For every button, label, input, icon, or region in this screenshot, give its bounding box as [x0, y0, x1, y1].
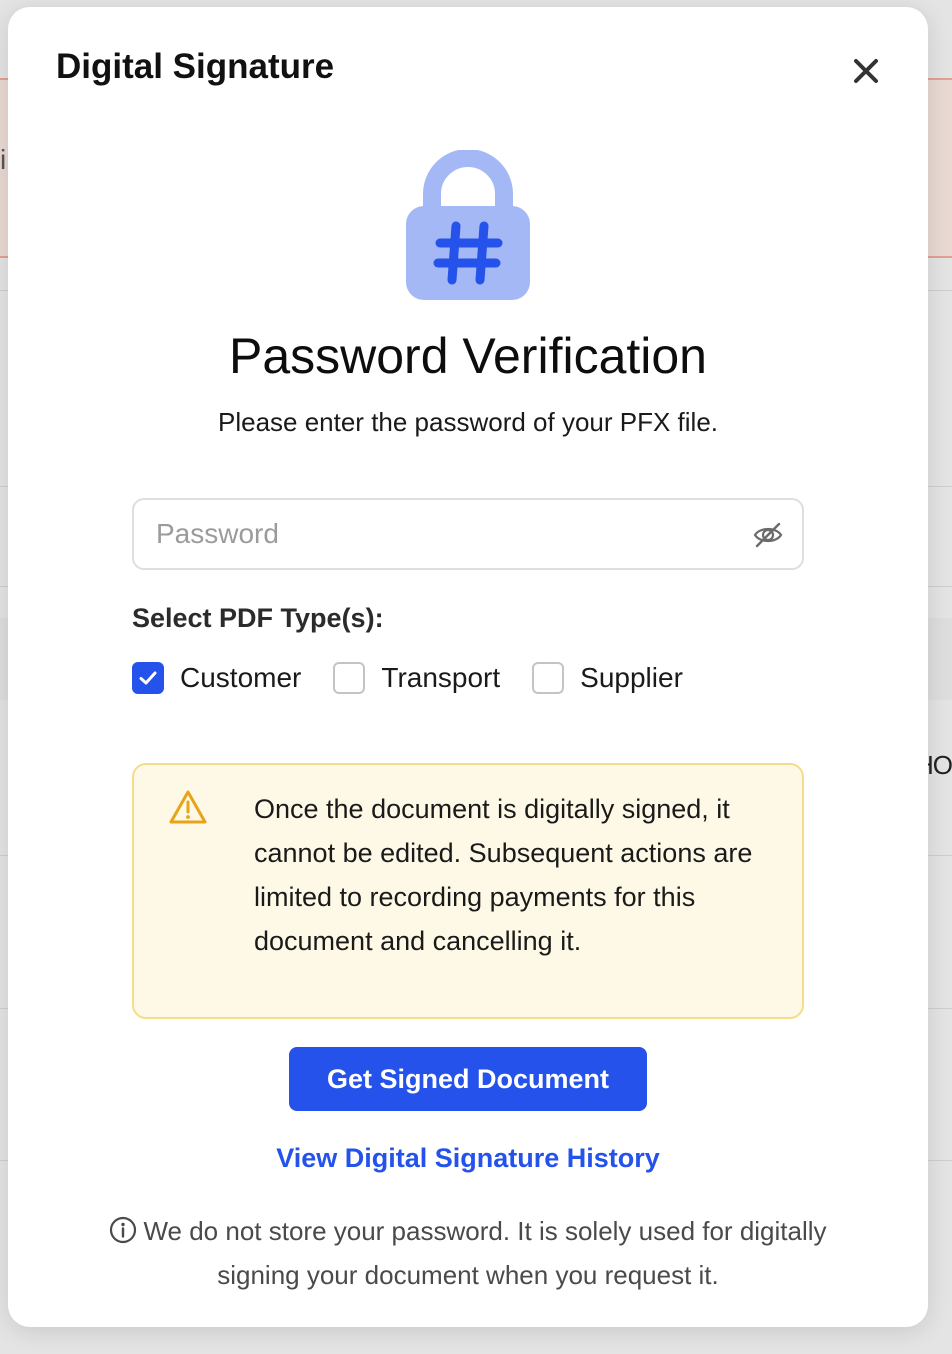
checkbox-customer[interactable]: Customer: [132, 662, 301, 694]
info-icon: [110, 1216, 137, 1244]
checkmark-icon: [139, 671, 157, 685]
checkbox-box[interactable]: [132, 662, 164, 694]
footnote-text: We do not store your password. It is sol…: [143, 1216, 827, 1290]
checkbox-label: Customer: [180, 662, 302, 693]
checkbox-transport[interactable]: Transport: [333, 662, 500, 694]
modal-title: Digital Signature: [56, 47, 335, 86]
warning-callout: Once the document is digitally signed, i…: [132, 763, 804, 1019]
checkbox-label: Supplier: [580, 662, 683, 693]
close-icon: [854, 59, 878, 83]
digital-signature-modal: Digital Signature Password Verification …: [8, 7, 928, 1327]
get-signed-document-button[interactable]: Get Signed Document: [289, 1047, 647, 1111]
eye-off-icon[interactable]: [752, 519, 784, 551]
pdf-type-label: Select PDF Type(s):: [132, 603, 384, 633]
password-privacy-note: We do not store your password. It is sol…: [78, 1209, 858, 1297]
checkbox-box[interactable]: [532, 662, 565, 694]
warning-triangle-icon: [169, 790, 207, 824]
warning-text: Once the document is digitally signed, i…: [254, 794, 753, 956]
password-field: [132, 498, 804, 570]
background-text-fragment: i: [0, 144, 7, 175]
verification-subheading: Please enter the password of your PFX fi…: [217, 407, 719, 437]
close-button[interactable]: [846, 51, 886, 91]
verification-heading: Password Verification: [228, 328, 707, 384]
password-input[interactable]: [134, 500, 734, 568]
pdf-type-options: Customer Transport Supplier: [132, 661, 715, 695]
checkbox-label: Transport: [381, 662, 501, 693]
lock-hash-icon: [406, 150, 530, 300]
view-signature-history-link[interactable]: View Digital Signature History: [8, 1143, 928, 1174]
checkbox-box[interactable]: [333, 662, 366, 694]
checkbox-supplier[interactable]: Supplier: [532, 662, 683, 694]
